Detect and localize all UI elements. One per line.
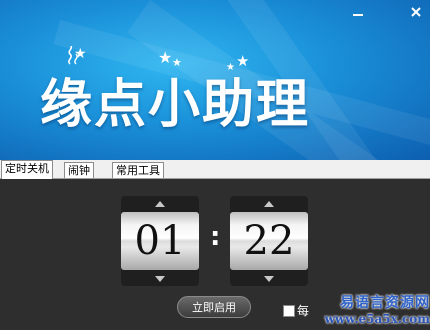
minute-card-face: 22 (230, 212, 308, 270)
hour-up-arrow-icon[interactable] (155, 201, 165, 207)
minute-down-arrow-icon[interactable] (264, 276, 274, 282)
tab-alarm[interactable]: 闹钟 (64, 162, 94, 178)
hour-flip-card: 01 (121, 196, 199, 286)
close-button[interactable] (408, 6, 424, 22)
app-title: 缘点小助理 (40, 75, 311, 135)
minute-up-arrow-icon[interactable] (264, 201, 274, 207)
tab-shutdown-timer[interactable]: 定时关机 (1, 160, 53, 179)
hour-value: 01 (134, 218, 186, 264)
start-now-button[interactable]: 立即启用 (177, 296, 251, 318)
watermark-url: www.e5a5x.com (324, 312, 430, 326)
minute-flip-card: 22 (230, 196, 308, 286)
tab-common-tools[interactable]: 常用工具 (112, 162, 164, 178)
hour-down-arrow-icon[interactable] (155, 276, 165, 282)
repeat-checkbox[interactable] (283, 305, 295, 317)
hour-card-face: 01 (121, 212, 199, 270)
minimize-icon (353, 14, 363, 16)
close-icon (411, 7, 421, 17)
tab-bar: 定时关机 闹钟 常用工具 (0, 160, 430, 179)
header-banner: ★ ★ ★ ★ ★ 缘点小助理 (0, 0, 430, 160)
minimize-button[interactable] (350, 6, 366, 22)
star-icon: ★ (74, 46, 87, 62)
time-separator: : (210, 222, 221, 252)
watermark-site-name: 易语言资源网 (340, 295, 430, 311)
watermark: 易语言资源网 www.e5a5x.com (305, 292, 430, 330)
minute-value: 22 (243, 218, 295, 264)
